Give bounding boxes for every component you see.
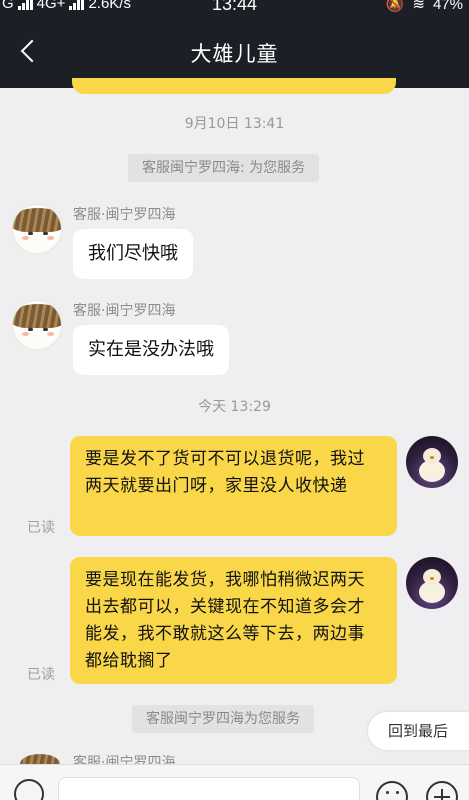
- status-bar: G 4G+ 2.6K/s 13:44 🔕 ≋ 47%: [0, 0, 469, 14]
- voice-icon[interactable]: [14, 779, 44, 800]
- user-avatar[interactable]: [406, 436, 458, 488]
- input-bar: [0, 764, 469, 800]
- sender-name: 客服·闽宁罗四海: [73, 755, 176, 764]
- timestamp: 今天 13:29: [198, 399, 271, 415]
- system-notice: 客服闽宁罗四海: 为您服务: [128, 154, 320, 182]
- outgoing-message[interactable]: 要是发不了货可不可以退货呢，我过两天就要出门呀，家里没人收快递: [70, 436, 397, 536]
- page-title: 大雄儿童: [190, 42, 279, 66]
- outgoing-message[interactable]: 要是现在能发货，我哪怕稍微迟两天出去都可以，关键现在不知道多会才能发，我不敢就这…: [70, 557, 397, 684]
- top-bar: G 4G+ 2.6K/s 13:44 🔕 ≋ 47% 大雄儿童: [0, 0, 469, 88]
- agent-avatar[interactable]: [20, 752, 60, 764]
- read-status: 已读: [27, 520, 55, 536]
- jump-to-latest-button[interactable]: 回到最后: [368, 712, 469, 750]
- wifi-icon: ≋: [412, 0, 425, 13]
- read-status: 已读: [27, 667, 55, 683]
- mute-icon: 🔕: [385, 0, 405, 13]
- agent-avatar[interactable]: [12, 300, 62, 350]
- message-input[interactable]: [58, 777, 360, 800]
- timestamp: 9月10日 13:41: [184, 116, 285, 132]
- incoming-message[interactable]: 我们尽快哦: [73, 229, 193, 279]
- plus-icon[interactable]: [426, 781, 458, 800]
- incoming-message[interactable]: 实在是没办法哦: [73, 325, 229, 375]
- nav-bar: 大雄儿童: [0, 14, 469, 88]
- sender-name: 客服·闽宁罗四海: [73, 207, 176, 223]
- previous-message-bubble: [72, 78, 396, 94]
- user-avatar[interactable]: [406, 557, 458, 609]
- battery-level: 47%: [432, 0, 463, 13]
- agent-avatar[interactable]: [12, 204, 62, 254]
- sender-name: 客服·闽宁罗四海: [73, 303, 176, 319]
- system-notice: 客服闽宁罗四海为您服务: [132, 705, 314, 733]
- emoji-icon[interactable]: [376, 781, 408, 800]
